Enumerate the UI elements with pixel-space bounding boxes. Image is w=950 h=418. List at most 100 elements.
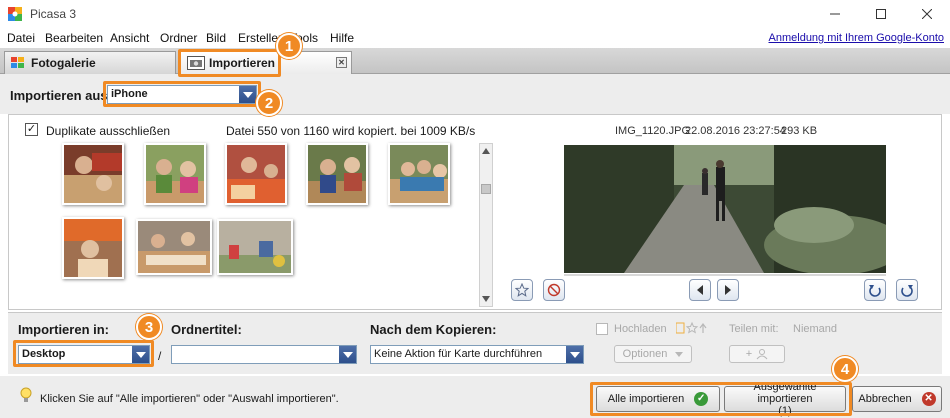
cancel-button[interactable]: Abbrechen ✕	[852, 386, 942, 412]
lightbulb-icon	[20, 387, 32, 402]
photo-thumbnail[interactable]	[217, 219, 293, 275]
import-all-label: Alle importieren	[607, 393, 685, 405]
exclude-duplicates-checkbox[interactable]: ✓	[25, 123, 38, 136]
menu-ordner[interactable]: Ordner	[160, 31, 197, 45]
upload-checkbox[interactable]	[596, 323, 608, 335]
photo-thumbnail[interactable]	[306, 143, 368, 205]
after-copy-value: Keine Aktion für Karte durchführen	[374, 348, 543, 360]
hint-text: Klicken Sie auf "Alle importieren" oder …	[40, 393, 339, 405]
import-selected-button[interactable]: Ausgewählte importieren (1)	[724, 381, 846, 417]
arrow-left-icon	[697, 285, 703, 295]
cancel-x-icon: ✕	[921, 392, 936, 406]
picasa-logo-icon	[8, 7, 22, 21]
gallery-grid-icon	[11, 57, 24, 68]
minimize-button[interactable]	[812, 0, 858, 28]
exclude-icon	[547, 283, 561, 297]
after-copy-label: Nach dem Kopieren:	[370, 322, 497, 337]
rotate-left-icon	[869, 285, 881, 297]
photo-thumbnail[interactable]	[62, 143, 124, 205]
dropdown-arrow-icon	[339, 346, 356, 363]
chevron-down-icon	[675, 351, 684, 357]
next-button[interactable]	[717, 279, 739, 301]
close-icon	[922, 9, 932, 19]
rotate-left-button[interactable]	[864, 279, 886, 301]
share-with-value: Niemand	[793, 323, 838, 335]
rotate-right-button[interactable]	[896, 279, 918, 301]
tab-fotogalerie-label: Fotogalerie	[31, 56, 96, 70]
import-to-value: Desktop	[22, 348, 66, 360]
preview-divider	[564, 274, 886, 276]
exclude-duplicates-label: Duplikate ausschließen	[46, 124, 171, 138]
photo-thumbnail[interactable]	[225, 143, 287, 205]
path-separator: /	[158, 349, 162, 363]
import-source-value: iPhone	[111, 88, 148, 100]
add-share-button[interactable]: +	[729, 345, 785, 363]
import-to-label: Importieren in:	[18, 322, 110, 337]
close-button[interactable]	[904, 0, 950, 28]
upload-status-icons	[676, 321, 707, 334]
window-title: Picasa 3	[30, 7, 77, 21]
title-bar: Picasa 3	[0, 0, 950, 28]
annotation-badge: 4	[832, 356, 858, 382]
tab-fotogalerie[interactable]: Fotogalerie	[4, 51, 176, 74]
menu-bild[interactable]: Bild	[206, 31, 226, 45]
menu-hilfe[interactable]: Hilfe	[330, 31, 354, 45]
menu-bearbeiten[interactable]: Bearbeiten	[45, 31, 103, 45]
photo-thumbnail[interactable]	[388, 143, 450, 205]
tab-importieren[interactable]: Importieren ✕	[180, 51, 352, 74]
photo-thumbnail[interactable]	[144, 143, 206, 205]
scroll-down-icon[interactable]	[480, 292, 492, 306]
import-camera-icon	[187, 56, 205, 70]
annotation-badge: 3	[136, 314, 162, 340]
folder-title-input[interactable]	[171, 345, 357, 364]
dropdown-arrow-icon	[566, 346, 583, 363]
arrow-right-icon	[725, 285, 731, 295]
maximize-icon	[876, 9, 886, 19]
import-source-select[interactable]: iPhone	[107, 85, 257, 104]
annotation-badge: 1	[276, 33, 302, 59]
previous-button[interactable]	[689, 279, 711, 301]
import-selected-count: (1)	[778, 405, 792, 417]
import-selected-label: Ausgewählte importieren	[753, 381, 817, 405]
import-to-select[interactable]: Desktop	[18, 345, 150, 364]
options-label: Optionen	[622, 348, 668, 360]
import-source-label: Importieren aus	[10, 88, 108, 103]
dropdown-arrow-icon	[239, 86, 256, 103]
folder-title-label: Ordnertitel:	[171, 322, 242, 337]
star-button[interactable]	[511, 279, 533, 301]
file-size: 293 KB	[781, 125, 818, 137]
annotation-badge: 2	[256, 90, 282, 116]
tab-close-icon[interactable]: ✕	[336, 57, 347, 68]
star-icon	[515, 283, 529, 297]
menu-bar: Datei Bearbeiten Ansicht Ordner Bild Ers…	[0, 28, 950, 48]
tab-importieren-label: Importieren	[209, 56, 276, 70]
google-signin-link[interactable]: Anmeldung mit Ihrem Google-Konto	[769, 32, 944, 44]
scroll-thumb[interactable]	[481, 184, 491, 194]
maximize-button[interactable]	[858, 0, 904, 28]
photo-thumbnail[interactable]	[62, 217, 124, 279]
copy-status-text: Datei 550 von 1160 wird kopiert. bei 100…	[226, 124, 476, 138]
menu-datei[interactable]: Datei	[7, 31, 35, 45]
person-icon	[756, 349, 768, 360]
footer-bar: Klicken Sie auf "Alle importieren" oder …	[0, 376, 950, 418]
minimize-icon	[830, 13, 840, 15]
file-name: IMG_1120.JPG	[615, 125, 690, 137]
import-all-button[interactable]: Alle importieren ✓	[596, 386, 720, 412]
options-button[interactable]: Optionen	[614, 345, 692, 363]
upload-label: Hochladen	[614, 323, 667, 335]
cancel-label: Abbrechen	[858, 393, 912, 405]
thumbnail-scrollbar[interactable]	[479, 143, 493, 307]
after-copy-select[interactable]: Keine Aktion für Karte durchführen	[370, 345, 584, 364]
scroll-up-icon[interactable]	[480, 144, 492, 158]
exclude-button[interactable]	[543, 279, 565, 301]
rotate-right-icon	[901, 285, 913, 297]
import-source-row: Importieren aus iPhone	[0, 74, 950, 114]
checkmark-icon: ✓	[694, 392, 709, 406]
photo-thumbnail[interactable]	[136, 219, 212, 275]
menu-ansicht[interactable]: Ansicht	[110, 31, 149, 45]
file-date: 22.08.2016 23:27:54	[685, 125, 786, 137]
dropdown-arrow-icon	[132, 346, 149, 363]
import-preview-panel: ✓ Duplikate ausschließen Datei 550 von 1…	[8, 114, 942, 310]
photo-preview	[564, 145, 886, 273]
tab-bar: Fotogalerie Importieren ✕	[0, 48, 950, 74]
